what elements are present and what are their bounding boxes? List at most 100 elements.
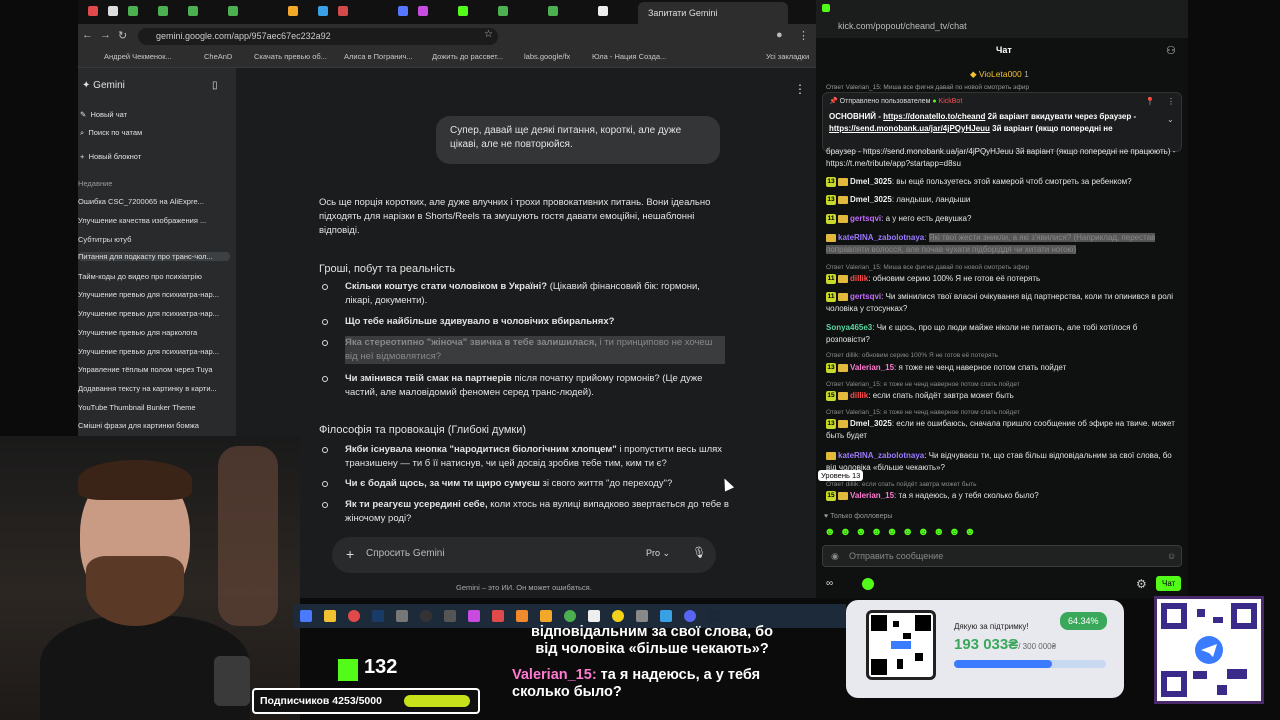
tab-icon[interactable]	[418, 6, 428, 16]
recent-chat-item[interactable]: Ошибка CSC_7200065 на AliExpre...	[78, 197, 230, 206]
recent-chat-item-active[interactable]: Питання для подкасту про транс-чол...	[78, 252, 230, 261]
obs-icon[interactable]	[420, 610, 432, 622]
tab-icon[interactable]	[288, 6, 298, 16]
new-chat-button[interactable]: ✎ Новый чат	[80, 110, 232, 119]
bookmark[interactable]: Скачать превью об...	[254, 52, 327, 61]
send-chat-button[interactable]: Чат	[1156, 576, 1182, 591]
tab-icon[interactable]	[228, 6, 238, 16]
kick-points-icon[interactable]	[862, 578, 874, 590]
tab-icon[interactable]	[338, 6, 348, 16]
app-icon[interactable]	[564, 610, 576, 622]
search-chats-button[interactable]: ⌕ Поиск по чатам	[80, 128, 232, 138]
app-icon[interactable]	[612, 610, 624, 622]
points-icon[interactable]: ∞	[826, 578, 833, 589]
chat-username[interactable]: dillik	[850, 274, 868, 283]
recent-chat-item[interactable]: Управление тёплым полом через Tuya	[78, 365, 230, 374]
discord-icon[interactable]	[684, 610, 696, 622]
recent-chat-item[interactable]: Улучшение превью для нарколога	[78, 328, 230, 337]
tab-icon[interactable]	[108, 6, 118, 16]
recent-chat-item[interactable]: Тайм-коды до видео про психіатрію	[78, 272, 230, 281]
gemini-logo[interactable]: ✦ Gemini	[82, 80, 162, 91]
start-icon[interactable]	[300, 610, 312, 622]
tab-icon[interactable]	[318, 6, 328, 16]
reload-icon[interactable]: ↻	[118, 29, 127, 42]
recent-chat-item[interactable]: Смішні фрази для картинки бомжа	[78, 421, 230, 430]
chat-username[interactable]: Dmel_3025	[850, 177, 892, 186]
chat-username[interactable]: kateRINA_zabolotnaya	[838, 233, 924, 242]
chat-username[interactable]: Sonya465e3	[826, 323, 872, 332]
app-icon[interactable]	[396, 610, 408, 622]
send-message-input[interactable]: ◉ Отправить сообщение ☺	[822, 545, 1182, 567]
recent-chat-item[interactable]: Улучшение превью для психиатра-нар...	[78, 290, 230, 299]
recent-chat-item[interactable]: Улучшение превью для психиатра-нар...	[78, 309, 230, 318]
tab-icon[interactable]	[158, 6, 168, 16]
chat-username[interactable]: Valerian_15	[850, 491, 894, 500]
app-icon[interactable]	[660, 610, 672, 622]
app-icon[interactable]	[444, 610, 456, 622]
bookmark[interactable]: Юла - Нация Созда...	[592, 52, 666, 61]
new-notebook-button[interactable]: + Новый блокнот	[80, 152, 232, 161]
gear-icon[interactable]: ⚙	[1136, 577, 1147, 591]
back-icon[interactable]: ←	[82, 29, 93, 41]
emoji-icon[interactable]: ◉	[831, 551, 839, 562]
chat-username[interactable]: kateRINA_zabolotnaya	[838, 451, 924, 460]
all-bookmarks[interactable]: Усі закладки	[766, 52, 809, 61]
recent-chat-item[interactable]: Улучшение качества изображения ...	[78, 216, 230, 225]
app-icon[interactable]	[516, 610, 528, 622]
steam-icon[interactable]	[708, 610, 720, 622]
pinned-link[interactable]: https://send.monobank.ua/jar/4jPQyHJeuu	[829, 124, 990, 133]
chat-username[interactable]: Valerian_15	[850, 363, 894, 372]
chat-username[interactable]: dillik	[850, 391, 868, 400]
chat-username[interactable]: Dmel_3025	[850, 195, 892, 204]
profile-icon[interactable]: ●	[776, 29, 783, 41]
bookmark[interactable]: CheAnD	[204, 52, 232, 61]
pinned-link[interactable]: https://donatello.to/cheand	[883, 112, 985, 121]
more-options-icon[interactable]: ⋮	[794, 82, 806, 96]
explorer-icon[interactable]	[324, 610, 336, 622]
mic-icon[interactable]: 🎙	[692, 546, 706, 559]
app-icon[interactable]	[636, 610, 648, 622]
bookmark[interactable]: Дожить до рассвет...	[432, 52, 503, 61]
recent-chat-item[interactable]: Улучшение превью для психиатра-нар...	[78, 347, 230, 356]
user-settings-icon[interactable]: ⚇	[1166, 44, 1176, 57]
forward-icon[interactable]: →	[100, 29, 111, 41]
bookmark-star-icon[interactable]: ☆	[484, 29, 493, 40]
bookmark[interactable]: Алиса в Погранич...	[344, 52, 413, 61]
tab-icon[interactable]	[598, 6, 608, 16]
chat-username[interactable]: gertsqvi	[850, 292, 881, 301]
chat-username[interactable]: gertsqvi	[850, 214, 881, 223]
pinned-more-icon[interactable]: ⋮	[1167, 97, 1175, 106]
tab-icon[interactable]	[548, 6, 558, 16]
tab-icon[interactable]	[458, 6, 468, 16]
app-icon[interactable]	[492, 610, 504, 622]
app-icon[interactable]	[588, 610, 600, 622]
chat-username[interactable]: Dmel_3025	[850, 419, 892, 428]
pinned-message: 📌 Отправлено пользователем ● KickBot 📍 ⋮…	[822, 92, 1182, 152]
mode-selector[interactable]: Pro ⌄	[646, 548, 670, 559]
url-field[interactable]: gemini.google.com/app/957aec67ec232a92	[138, 28, 498, 45]
tab-icon[interactable]	[498, 6, 508, 16]
prompt-input[interactable]: + Спросить Gemini Pro ⌄ 🎙	[332, 537, 716, 573]
bookmark[interactable]: Андрей Чекменок...	[104, 52, 172, 61]
tab-gemini[interactable]: Запитати Gemini	[638, 2, 788, 24]
chevron-down-icon[interactable]: ⌄	[1167, 115, 1174, 124]
tab-icon[interactable]	[398, 6, 408, 16]
subscriber-badge-icon	[838, 177, 848, 186]
vlc-icon[interactable]	[540, 610, 552, 622]
menu-icon[interactable]: ⋮	[798, 29, 809, 42]
smile-icon[interactable]: ☺	[1167, 551, 1176, 561]
emote-bar[interactable]: ☻☻☻☻☻☻☻☻☻☻	[824, 526, 980, 538]
add-icon[interactable]: +	[346, 546, 354, 562]
tab-icon[interactable]	[88, 6, 98, 16]
pin-icon[interactable]: 📍	[1145, 97, 1155, 106]
photoshop-icon[interactable]	[372, 610, 384, 622]
tab-icon[interactable]	[188, 6, 198, 16]
recent-chat-item[interactable]: Додавання тексту на картинку в карти...	[78, 384, 230, 393]
recent-chat-item[interactable]: Субтитры ютуб	[78, 235, 230, 244]
bookmark[interactable]: labs.google/fx	[524, 52, 570, 61]
recent-chat-item[interactable]: YouTube Thumbnail Bunker Theme	[78, 403, 230, 412]
sidebar-toggle-icon[interactable]: ▯	[212, 80, 226, 91]
chrome-icon[interactable]	[348, 610, 360, 622]
tab-icon[interactable]	[128, 6, 138, 16]
app-icon[interactable]	[468, 610, 480, 622]
